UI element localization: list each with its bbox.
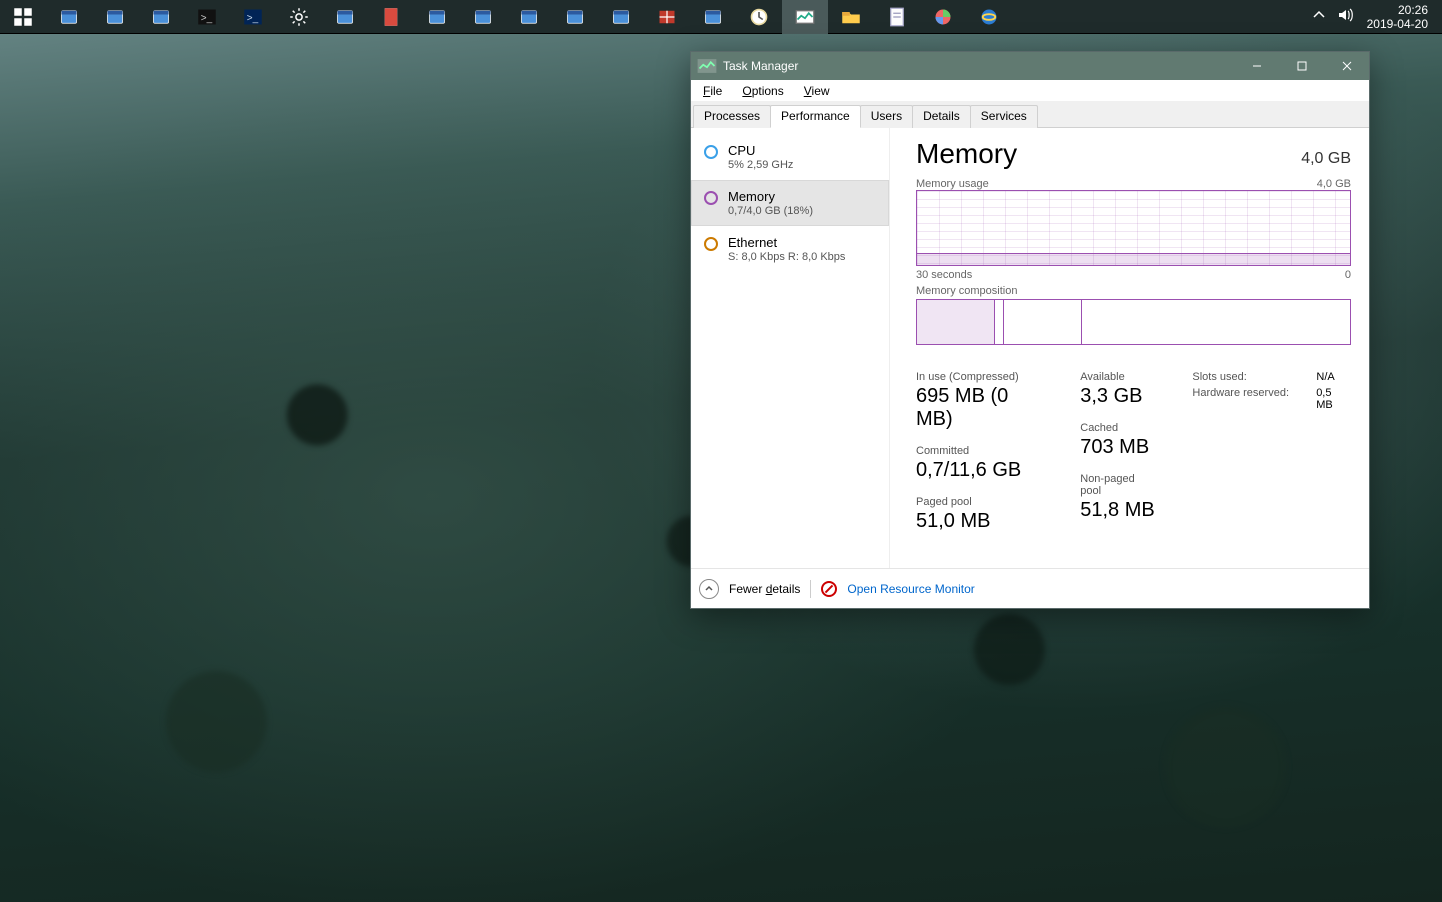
titlebar[interactable]: Task Manager xyxy=(691,52,1369,80)
kv-label: Slots used: xyxy=(1192,371,1302,383)
axis-right: 0 xyxy=(1345,269,1351,281)
cpu-icon xyxy=(704,145,718,159)
stat-label: Cached xyxy=(1080,422,1158,434)
sidebar-item-label: CPU xyxy=(728,143,793,158)
composition-standby xyxy=(1004,300,1082,344)
stat-value: 3,3 GB xyxy=(1080,385,1158,408)
window-title: Task Manager xyxy=(723,59,1234,73)
pdf-icon[interactable] xyxy=(368,0,414,34)
sidebar-item-sub: 0,7/4,0 GB (18%) xyxy=(728,205,813,217)
kv-value: N/A xyxy=(1316,371,1334,383)
window-footer: Fewer details Open Resource Monitor xyxy=(691,568,1369,608)
composition-label: Memory composition xyxy=(916,285,1351,297)
axis-left: 30 seconds xyxy=(916,269,972,281)
composition-in-use xyxy=(917,300,995,344)
tab-details[interactable]: Details xyxy=(912,105,971,128)
stat-label: Available xyxy=(1080,371,1158,383)
detail-title: Memory xyxy=(916,138,1017,170)
stat-value: 695 MB (0 MB) xyxy=(916,385,1050,431)
resource-monitor-icon[interactable] xyxy=(782,0,828,34)
memory-icon xyxy=(704,191,718,205)
cmd-icon[interactable]: >_ xyxy=(184,0,230,34)
clock-date: 2019-04-20 xyxy=(1367,17,1428,31)
remote-icon[interactable] xyxy=(598,0,644,34)
menubar: File Options View xyxy=(691,80,1369,102)
powershell-icon[interactable]: >_ xyxy=(230,0,276,34)
disk-icon[interactable] xyxy=(920,0,966,34)
clock-icon[interactable] xyxy=(736,0,782,34)
sidebar-item-sub: S: 8,0 Kbps R: 8,0 Kbps xyxy=(728,251,845,263)
server-mgr-icon[interactable] xyxy=(46,0,92,34)
chevron-up-icon[interactable] xyxy=(1311,7,1327,26)
tab-services[interactable]: Services xyxy=(970,105,1038,128)
sidebar-item-label: Memory xyxy=(728,189,813,204)
sidebar-item-sub: 5% 2,59 GHz xyxy=(728,159,793,171)
sidebar-item-label: Ethernet xyxy=(728,235,845,250)
svg-text:>_: >_ xyxy=(247,12,259,23)
ie-icon[interactable] xyxy=(966,0,1012,34)
menu-view[interactable]: View xyxy=(796,82,838,100)
tab-users[interactable]: Users xyxy=(860,105,913,128)
sidebar-item-cpu[interactable]: CPU 5% 2,59 GHz xyxy=(691,134,889,180)
volume-icon[interactable] xyxy=(1337,7,1353,26)
close-button[interactable] xyxy=(1324,52,1369,80)
viewer-icon[interactable] xyxy=(414,0,460,34)
services-icon[interactable] xyxy=(552,0,598,34)
tab-performance[interactable]: Performance xyxy=(770,105,861,128)
detail-capacity: 4,0 GB xyxy=(1301,150,1351,168)
ethernet-icon xyxy=(704,237,718,251)
tab-processes[interactable]: Processes xyxy=(693,105,771,128)
stat-value: 51,0 MB xyxy=(916,510,1050,533)
settings-gear-icon[interactable] xyxy=(276,0,322,34)
network-icon[interactable] xyxy=(322,0,368,34)
stat-label: Committed xyxy=(916,445,1050,457)
memory-usage-chart[interactable] xyxy=(916,190,1351,266)
file-explorer-icon[interactable] xyxy=(828,0,874,34)
sysconfig-icon[interactable] xyxy=(506,0,552,34)
detail-pane: Memory 4,0 GB Memory usage 4,0 GB 30 sec… xyxy=(889,128,1369,568)
resource-monitor-icon xyxy=(821,581,837,597)
stat-value: 703 MB xyxy=(1080,436,1158,459)
menu-options[interactable]: Options xyxy=(734,82,791,100)
usage-chart-label: Memory usage xyxy=(916,178,989,190)
stat-label: Paged pool xyxy=(916,496,1050,508)
kv-label: Hardware reserved: xyxy=(1192,387,1302,411)
maximize-button[interactable] xyxy=(1279,52,1324,80)
kv-value: 0,5 MB xyxy=(1316,387,1351,411)
memory-composition-chart[interactable] xyxy=(916,299,1351,345)
memory-usage-line xyxy=(917,253,1350,265)
screen-icon[interactable] xyxy=(460,0,506,34)
taskbar: >_ >_ 20:26 2019-04-20 xyxy=(0,0,1442,34)
fewer-details-button[interactable]: Fewer details xyxy=(729,582,800,596)
task-manager-window: Task Manager File Options View Processes… xyxy=(690,51,1370,609)
performance-sidebar: CPU 5% 2,59 GHz Memory 0,7/4,0 GB (18%) … xyxy=(691,128,889,568)
menu-file[interactable]: File xyxy=(695,82,730,100)
stat-label: Non-paged pool xyxy=(1080,473,1158,497)
sidebar-item-memory[interactable]: Memory 0,7/4,0 GB (18%) xyxy=(691,180,889,226)
defrag-icon[interactable] xyxy=(690,0,736,34)
stat-label: In use (Compressed) xyxy=(916,371,1050,383)
fewer-details-icon[interactable] xyxy=(699,579,719,599)
tabstrip: Processes Performance Users Details Serv… xyxy=(691,102,1369,128)
usage-chart-max: 4,0 GB xyxy=(1317,178,1351,190)
composition-free xyxy=(1082,300,1350,344)
sidebar-item-ethernet[interactable]: Ethernet S: 8,0 Kbps R: 8,0 Kbps xyxy=(691,226,889,272)
composition-modified xyxy=(995,300,1004,344)
system-tray: 20:26 2019-04-20 xyxy=(1301,1,1442,33)
task-manager-icon xyxy=(697,56,717,76)
open-resource-monitor-link[interactable]: Open Resource Monitor xyxy=(847,582,974,596)
stat-value: 0,7/11,6 GB xyxy=(916,459,1050,482)
firewall-icon[interactable] xyxy=(644,0,690,34)
explorer-blue-icon[interactable] xyxy=(138,0,184,34)
server-mgr2-icon[interactable] xyxy=(92,0,138,34)
stat-value: 51,8 MB xyxy=(1080,499,1158,522)
start-icon[interactable] xyxy=(0,0,46,34)
svg-text:>_: >_ xyxy=(201,12,213,23)
notepad-icon[interactable] xyxy=(874,0,920,34)
minimize-button[interactable] xyxy=(1234,52,1279,80)
separator xyxy=(810,580,811,598)
clock-time: 20:26 xyxy=(1367,3,1428,17)
taskbar-clock[interactable]: 20:26 2019-04-20 xyxy=(1363,1,1432,33)
